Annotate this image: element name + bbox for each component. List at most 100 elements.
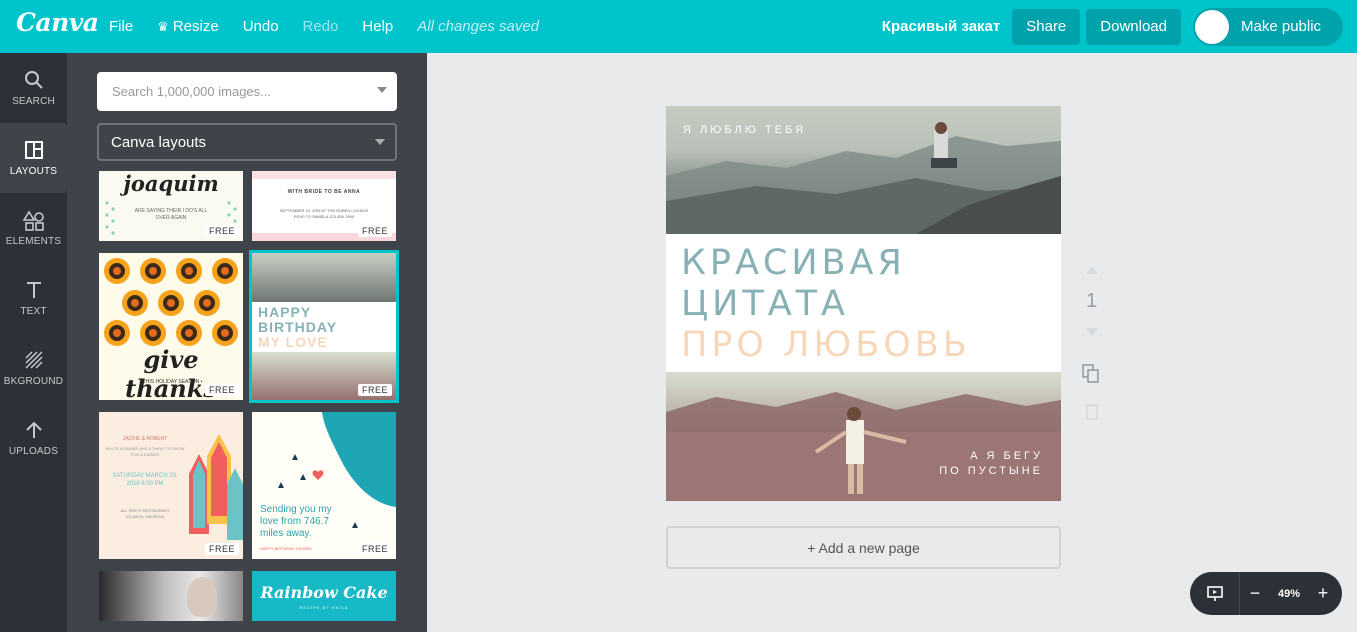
quote-line-1[interactable]: КРАСИВАЯ [681,243,906,283]
thumb-date: SATURDAY MARCH 23, 2019 6:00 PM [112,473,178,487]
presentation-icon [1206,585,1223,601]
layout-thumb-photo-woman[interactable] [99,571,243,621]
add-page-button[interactable]: + Add a new page [666,526,1061,569]
rail-elements[interactable]: ELEMENTS [0,193,67,263]
free-badge: FREE [204,543,239,555]
thumb-photo-top [252,253,396,302]
bottom-caption-line-2: ПО ПУСТЫНЕ [939,465,1043,477]
rail-background[interactable]: BKGROUND [0,333,67,403]
layout-select-value: Canva layouts [111,133,207,151]
bottom-caption[interactable]: А Я БЕГУ ПО ПУСТЫНЕ [939,449,1043,479]
rail-elements-label: ELEMENTS [5,235,62,247]
rail-layouts-label: LAYOUTS [9,165,58,177]
quote-line-2[interactable]: ЦИТАТА [681,284,849,324]
thumb-head: JACKIE & ROBERT [122,436,168,442]
crown-icon: ♛ [157,18,169,34]
redo-button[interactable]: Redo [303,18,339,35]
rail-background-label: BKGROUND [3,375,64,387]
thumb-line1: HAPPY [258,304,312,320]
search-placeholder: Search 1,000,000 images... [112,84,271,99]
trash-icon [1085,404,1099,420]
page-number: 1 [1086,290,1098,312]
share-button[interactable]: Share [1012,8,1081,45]
left-rail: SEARCH LAYOUTS ELEMENTS TEXT BKGROUND UP… [0,53,67,632]
layout-thumb-joaquim[interactable]: joaquim ARE SAYING THEIR I DO'S ALL OVER… [99,171,243,241]
chevron-down-icon [375,139,385,145]
zoom-out-button[interactable]: − [1240,583,1270,604]
thumb-title: Rainbow Cake [260,583,388,602]
layout-thumb-dinner[interactable]: JACKIE & ROBERT INVITE A DINNER AND A TH… [99,412,243,559]
zoom-level[interactable]: 49% [1270,588,1308,600]
move-down-icon [1086,328,1098,336]
thumb-title: joaquim [123,171,219,196]
rail-layouts[interactable]: LAYOUTS [0,123,67,193]
upload-arrow-icon [24,420,44,442]
resize-label: Resize [172,18,219,35]
layout-thumb-give-thanks[interactable]: give thanks • THIS HOLIDAY SEASON • FREE [99,253,243,400]
make-public-toggle[interactable]: Make public [1193,7,1343,46]
rail-text[interactable]: TEXT [0,263,67,333]
design-title[interactable]: Красивый закат [882,18,1000,35]
top-menu: File ♛ Resize Undo Redo Help All changes… [109,0,563,53]
thumb-sub: INVITE A DINNER AND A THING TO SHOW FOR … [105,446,185,457]
top-caption[interactable]: Я ЛЮБЛЮ ТЕБЯ [683,124,806,136]
thumb-line2: BIRTHDAY [258,319,338,335]
feathers-illustration [189,434,243,540]
photo-desert-girl[interactable] [666,372,1061,501]
zoom-bar: − 49% + [1190,572,1342,615]
top-right-actions: Красивый закат Share Download Make publi… [882,0,1357,53]
layouts-icon [24,140,44,162]
thumb-footer: HAPPY BIRTHDAY, DENISE! [260,546,313,551]
layouts-panel: Search 1,000,000 images... Canva layouts… [67,53,427,632]
free-badge: FREE [357,384,392,396]
canva-logo[interactable]: Canva [16,8,99,37]
text-icon [24,280,44,302]
photo-mountain-man[interactable]: Я ЛЮБЛЮ ТЕБЯ [666,106,1061,234]
free-badge: FREE [204,384,239,396]
layout-thumb-bridal[interactable]: WITH BRIDE TO BE ANNA SEPTEMBER 10, 4PM … [252,171,396,241]
desert-landscape [666,392,1061,501]
download-button[interactable]: Download [1086,8,1181,45]
layout-thumb-rainbow-cake[interactable]: Rainbow Cake RECIPE BY HAILA [252,571,396,621]
layout-thumb-sending-love[interactable]: Sending you my love from 746.7 miles awa… [252,412,396,559]
thumb-subtitle: SEPTEMBER 10, 4PM AT THE RUBEN LOUNGE RS… [279,208,369,219]
undo-button[interactable]: Undo [243,18,279,35]
rail-search-label: SEARCH [12,95,55,107]
layout-thumb-happy-birthday[interactable]: HAPPY BIRTHDAY MY LOVE FREE [249,250,399,403]
bottom-caption-line-1: А Я БЕГУ [970,450,1043,462]
page-tools [1082,266,1099,420]
thumb-place: ALL PARTS RESTAURANT ATLANTA, GEORGIA [120,508,170,519]
zoom-in-button[interactable]: + [1308,583,1338,604]
free-badge: FREE [357,543,392,555]
thumb-line3: MY LOVE [258,334,328,350]
duplicate-page-icon [1082,364,1099,383]
move-up-icon [1086,266,1098,274]
image-search-input[interactable]: Search 1,000,000 images... [97,72,397,111]
rail-text-label: TEXT [20,305,47,317]
shapes-icon [22,209,45,232]
pink-accent [252,171,396,179]
quote-line-3[interactable]: ПРО ЛЮБОВЬ [681,325,971,365]
rail-uploads[interactable]: UPLOADS [0,403,67,473]
rail-uploads-label: UPLOADS [8,445,59,457]
chevron-down-icon[interactable] [377,87,387,93]
rail-search[interactable]: SEARCH [0,53,67,123]
file-menu[interactable]: File [109,18,133,35]
thumb-message: Sending you my love from 746.7 miles awa… [260,504,332,539]
thumb-subtitle: ARE SAYING THEIR I DO'S ALL OVER AGAIN [134,208,208,221]
top-bar: Canva File ♛ Resize Undo Redo Help All c… [0,0,1357,53]
save-status: All changes saved [417,18,540,35]
resize-menu[interactable]: ♛ Resize [157,18,219,35]
thumb-title: WITH BRIDE TO BE ANNA [287,189,361,195]
help-menu[interactable]: Help [362,18,393,35]
woman-face [187,577,217,617]
make-public-label: Make public [1241,18,1322,35]
sunflower-pattern [104,258,238,346]
background-pattern-icon [24,350,44,372]
toggle-knob [1195,9,1229,44]
layout-category-select[interactable]: Canva layouts [97,123,397,161]
present-button[interactable] [1190,572,1240,615]
design-page[interactable]: Я ЛЮБЛЮ ТЕБЯ КРАСИВАЯ ЦИТАТА ПРО ЛЮБОВЬ … [666,106,1061,501]
search-icon [24,70,44,92]
free-badge: FREE [357,225,392,237]
